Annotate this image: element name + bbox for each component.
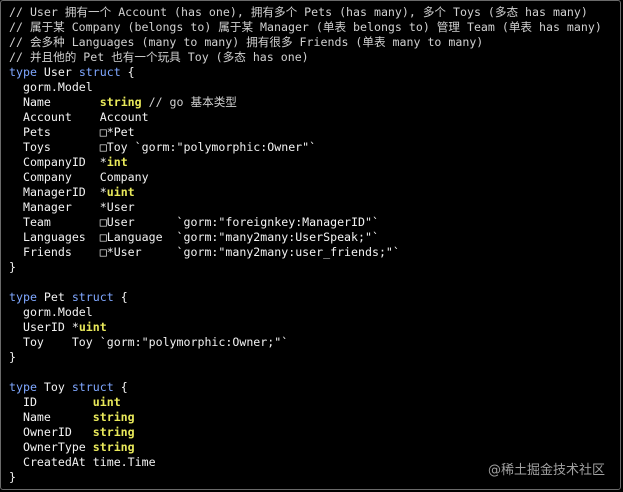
code-token-plain: OwnerID — [9, 425, 93, 439]
code-token-kw: struct — [71, 380, 114, 394]
code-token-kw: struct — [71, 290, 114, 304]
code-line: Account Account — [9, 110, 602, 125]
code-line: Toy Toy `gorm:"polymorphic:Owner;"` — [9, 335, 602, 350]
code-line: Friends □*User `gorm:"many2many:user_fri… — [9, 245, 602, 260]
code-line: Name string — [9, 410, 602, 425]
code-token-type: string — [92, 440, 135, 454]
code-token-plain: CompanyID * — [9, 155, 107, 169]
code-token-comment: // 属于某 Company (belongs to) 属于某 Manager … — [9, 20, 602, 34]
code-line: CompanyID *int — [9, 155, 602, 170]
code-line: type Pet struct { — [9, 290, 602, 305]
code-token-plain: { — [120, 65, 135, 79]
code-line: Name string // go 基本类型 — [9, 95, 602, 110]
code-token-str: `gorm:"many2many:UserSpeak;"` — [176, 230, 379, 244]
code-token-comment: // User 拥有一个 Account (has one), 拥有多个 Pet… — [9, 5, 588, 19]
code-line: UserID *uint — [9, 320, 602, 335]
code-line: gorm.Model — [9, 305, 602, 320]
code-token-kw: type — [9, 290, 37, 304]
code-token-plain: } — [9, 260, 16, 274]
code-token-plain: Manager *User — [9, 200, 135, 214]
code-token-type: string — [92, 425, 135, 439]
code-token-str: `gorm:"polymorphic:Owner;"` — [99, 335, 289, 349]
code-token-str: `gorm:"polymorphic:Owner"` — [134, 140, 317, 154]
code-line: Pets □*Pet — [9, 125, 602, 140]
code-line: type Toy struct { — [9, 380, 602, 395]
code-line: OwnerID string — [9, 425, 602, 440]
code-token-plain: CreatedAt time.Time — [9, 455, 156, 469]
code-line: // User 拥有一个 Account (has one), 拥有多个 Pet… — [9, 5, 602, 20]
code-token-plain: Languages □Language — [9, 230, 177, 244]
code-line: Languages □Language `gorm:"many2many:Use… — [9, 230, 602, 245]
code-token-plain: User — [36, 65, 79, 79]
code-token-type: uint — [78, 320, 107, 334]
code-token-plain: Friends □*User — [9, 245, 177, 259]
code-token-type: uint — [92, 395, 121, 409]
code-token-plain: ID — [9, 395, 93, 409]
code-token-plain: gorm.Model — [9, 305, 93, 319]
code-line: } — [9, 350, 602, 365]
code-line: OwnerType string — [9, 440, 602, 455]
code-token-plain: ManagerID * — [9, 185, 107, 199]
code-token-plain: OwnerType — [9, 440, 93, 454]
code-line: Team □User `gorm:"foreignkey:ManagerID"` — [9, 215, 602, 230]
code-line: ManagerID *uint — [9, 185, 602, 200]
watermark: @稀土掘金技术社区 — [487, 463, 605, 478]
code-token-kw: type — [9, 380, 37, 394]
code-token-plain: Name — [9, 410, 93, 424]
code-token-plain: Toy Toy — [9, 335, 100, 349]
code-token-plain: UserID * — [9, 320, 79, 334]
code-token-type: int — [106, 155, 128, 169]
code-token-plain: Toys □Toy — [9, 140, 135, 154]
code-token-comment: // 并且他的 Pet 也有一个玩具 Toy (多态 has one) — [9, 50, 309, 64]
code-token-plain: Company Company — [9, 170, 149, 184]
code-token-plain: Toy — [36, 380, 72, 394]
code-token-type: string — [92, 410, 135, 424]
code-token-plain: gorm.Model — [9, 80, 93, 94]
code-token-plain: } — [9, 350, 16, 364]
code-token-type: string — [99, 95, 142, 109]
code-token-str: `gorm:"foreignkey:ManagerID"` — [176, 215, 379, 229]
code-line: // 会多种 Languages (many to many) 拥有很多 Fri… — [9, 35, 602, 50]
code-token-plain: Team □User — [9, 215, 177, 229]
code-line: Manager *User — [9, 200, 602, 215]
code-line: gorm.Model — [9, 80, 602, 95]
code-block: // User 拥有一个 Account (has one), 拥有多个 Pet… — [9, 5, 602, 485]
code-token-str: `gorm:"many2many:user_friends;"` — [176, 245, 400, 259]
code-token-plain: Name — [9, 95, 100, 109]
code-token-plain: } — [9, 470, 16, 484]
code-line: } — [9, 260, 602, 275]
code-line: type User struct { — [9, 65, 602, 80]
code-line: // 并且他的 Pet 也有一个玩具 Toy (多态 has one) — [9, 50, 602, 65]
code-token-plain: Account Account — [9, 110, 149, 124]
code-token-kw: type — [9, 65, 37, 79]
code-token-comment: // go 基本类型 — [141, 95, 237, 109]
code-token-type: uint — [106, 185, 135, 199]
code-token-plain: { — [113, 290, 128, 304]
code-line: Company Company — [9, 170, 602, 185]
code-line: ID uint — [9, 395, 602, 410]
code-line: Toys □Toy `gorm:"polymorphic:Owner"` — [9, 140, 602, 155]
code-token-plain: Pets □*Pet — [9, 125, 135, 139]
code-token-kw: struct — [78, 65, 121, 79]
code-line: // 属于某 Company (belongs to) 属于某 Manager … — [9, 20, 602, 35]
code-token-plain: { — [113, 380, 128, 394]
code-token-plain: Pet — [36, 290, 72, 304]
code-token-comment: // 会多种 Languages (many to many) 拥有很多 Fri… — [9, 35, 484, 49]
